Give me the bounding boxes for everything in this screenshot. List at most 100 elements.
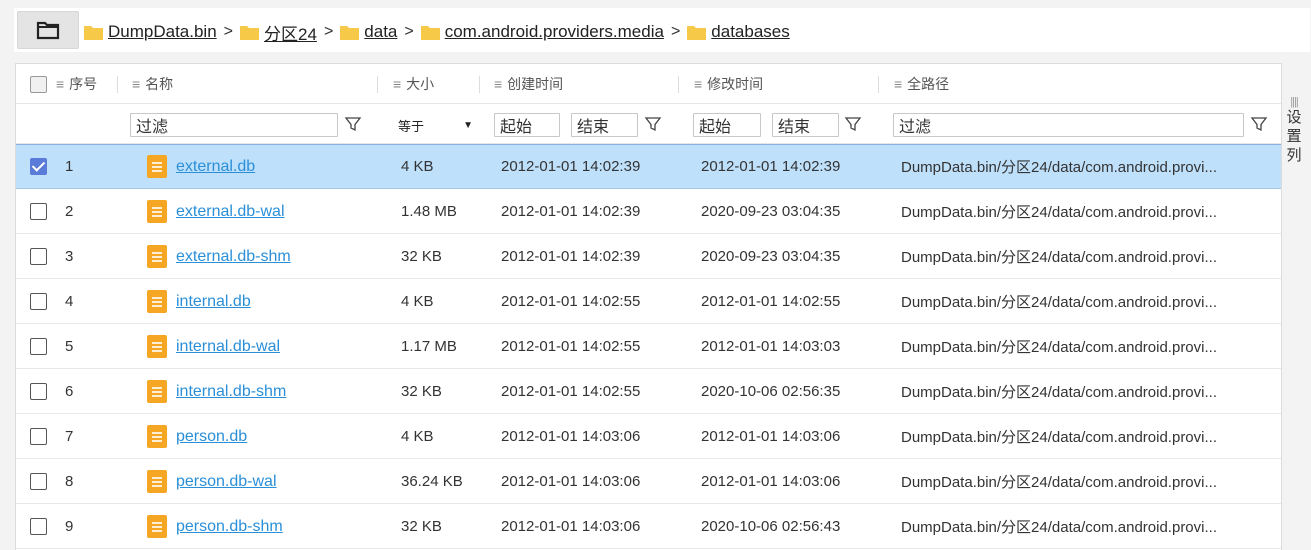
breadcrumb: DumpData.bin > 分区24 > data > com.android.provi…: [84, 20, 790, 44]
funnel-icon[interactable]: [644, 115, 662, 133]
row-select-cell: 3: [30, 234, 73, 279]
breadcrumb-bar: DumpData.bin > 分区24 > data > com.android.provi…: [0, 0, 1311, 56]
breadcrumb-link[interactable]: data: [364, 22, 397, 42]
file-name-link[interactable]: internal.db-shm: [176, 383, 286, 401]
table-row[interactable]: 8 person.db-wal 36.24 KB 2012-01-01 14:03:0…: [16, 459, 1281, 504]
row-index: 3: [65, 248, 74, 265]
row-checkbox[interactable]: [30, 428, 47, 445]
column-header-size[interactable]: 大小: [406, 74, 434, 94]
breadcrumb-link[interactable]: 分区24: [264, 20, 317, 45]
file-size: 32 KB: [401, 383, 442, 400]
created-start-input[interactable]: 起始: [494, 113, 560, 137]
column-header-created[interactable]: 创建时间: [507, 74, 563, 94]
modified-end-input[interactable]: 结束: [772, 113, 839, 137]
file-name-link[interactable]: external.db-wal: [176, 203, 285, 221]
column-header-index[interactable]: 序号: [69, 74, 97, 94]
row-checkbox[interactable]: [30, 203, 47, 220]
name-cell: person.db: [147, 414, 247, 459]
created-time: 2012-01-01 14:03:06: [501, 473, 641, 490]
file-size: 1.17 MB: [401, 338, 457, 355]
document-icon: [147, 335, 167, 358]
funnel-icon[interactable]: [844, 115, 862, 133]
folder-icon: [687, 25, 707, 40]
file-name-link[interactable]: person.db: [176, 428, 247, 446]
created-time: 2012-01-01 14:03:06: [501, 428, 641, 445]
size-operator-select[interactable]: 等于 ▼: [398, 113, 473, 137]
breadcrumb-link[interactable]: DumpData.bin: [108, 22, 217, 42]
name-filter-input[interactable]: 过滤: [130, 113, 338, 137]
hamburger-icon: ≡: [494, 76, 503, 92]
file-name-link[interactable]: person.db-shm: [176, 518, 283, 536]
table-row[interactable]: 6 internal.db-shm 32 KB 2012-01-01 14:02:55…: [16, 369, 1281, 414]
row-checkbox[interactable]: [30, 248, 47, 265]
path-filter-input[interactable]: 过滤: [893, 113, 1244, 137]
row-checkbox[interactable]: [30, 473, 47, 490]
breadcrumb-item: com.android.providers.media >: [420, 22, 688, 42]
name-cell: external.db-wal: [147, 189, 285, 234]
breadcrumb-link[interactable]: databases: [711, 22, 789, 42]
column-header-name[interactable]: 名称: [145, 74, 173, 94]
modified-time: 2012-01-01 14:02:55: [701, 293, 841, 310]
table-row[interactable]: 2 external.db-wal 1.48 MB 2012-01-01 14:02:…: [16, 189, 1281, 234]
funnel-icon[interactable]: [344, 115, 362, 133]
document-icon: [147, 425, 167, 448]
table-row[interactable]: 7 person.db 4 KB 2012-01-01 14:03:06 2012-01…: [16, 414, 1281, 459]
folder-button[interactable]: [17, 11, 79, 49]
table-header: ≡ 序号 ≡ 名称 ≡ 大小 ≡ 创建时间 ≡ 修改时间 ≡ 全路径: [16, 64, 1281, 104]
breadcrumb-item: 分区24 >: [240, 20, 340, 45]
file-size: 4 KB: [401, 428, 434, 445]
file-name-link[interactable]: external.db-shm: [176, 248, 291, 266]
column-settings-button[interactable]: |||| 设置列: [1283, 96, 1305, 196]
document-icon: [147, 380, 167, 403]
hamburger-icon: ≡: [56, 76, 65, 92]
table-row[interactable]: 3 external.db-shm 32 KB 2012-01-01 14:02:39…: [16, 234, 1281, 279]
created-time: 2012-01-01 14:02:39: [501, 158, 641, 175]
name-cell: external.db-shm: [147, 234, 291, 279]
table-row[interactable]: 5 internal.db-wal 1.17 MB 2012-01-01 14:02:…: [16, 324, 1281, 369]
full-path: DumpData.bin/分区24/data/com.android.provi…: [901, 249, 1217, 266]
row-checkbox[interactable]: [30, 338, 47, 355]
row-checkbox[interactable]: [30, 383, 47, 400]
column-settings-label: 设置列: [1286, 109, 1302, 164]
row-index: 1: [65, 158, 74, 175]
row-checkbox[interactable]: [30, 518, 47, 535]
row-select-cell: 8: [30, 459, 73, 504]
created-time: 2012-01-01 14:02:55: [501, 293, 641, 310]
file-name-link[interactable]: internal.db-wal: [176, 338, 280, 356]
full-path: DumpData.bin/分区24/data/com.android.provi…: [901, 429, 1217, 446]
folder-icon: [84, 25, 103, 40]
table-row[interactable]: 1 external.db 4 KB 2012-01-01 14:02:39 2012-…: [16, 144, 1281, 189]
row-checkbox[interactable]: [30, 158, 47, 175]
row-checkbox[interactable]: [30, 293, 47, 310]
file-table: ≡ 序号 ≡ 名称 ≡ 大小 ≡ 创建时间 ≡ 修改时间 ≡ 全路径 过滤 等于…: [15, 63, 1282, 550]
document-icon: [147, 155, 167, 178]
created-time: 2012-01-01 14:02:55: [501, 383, 641, 400]
table-row[interactable]: 4 internal.db 4 KB 2012-01-01 14:02:55 2012-…: [16, 279, 1281, 324]
file-name-link[interactable]: external.db: [176, 158, 255, 176]
file-size: 4 KB: [401, 158, 434, 175]
name-cell: external.db: [147, 144, 255, 189]
file-name-link[interactable]: internal.db: [176, 293, 251, 311]
modified-time: 2012-01-01 14:03:03: [701, 338, 841, 355]
breadcrumb-separator: >: [404, 23, 414, 40]
funnel-icon[interactable]: [1250, 115, 1268, 133]
name-cell: person.db-wal: [147, 459, 277, 504]
file-size: 32 KB: [401, 518, 442, 535]
file-size: 32 KB: [401, 248, 442, 265]
column-header-modified[interactable]: 修改时间: [707, 74, 763, 94]
hamburger-icon: ≡: [132, 76, 141, 92]
breadcrumb-link[interactable]: com.android.providers.media: [445, 22, 664, 42]
breadcrumb-item: databases: [687, 22, 790, 42]
select-all-cell: ≡ 序号: [30, 64, 97, 104]
file-name-link[interactable]: person.db-wal: [176, 473, 277, 491]
created-end-input[interactable]: 结束: [571, 113, 638, 137]
modified-start-input[interactable]: 起始: [693, 113, 761, 137]
modified-time: 2020-09-23 03:04:35: [701, 248, 841, 265]
column-header-name-cell: ≡ 名称: [132, 64, 173, 104]
select-all-checkbox[interactable]: [30, 75, 47, 93]
breadcrumb-item: data >: [340, 22, 420, 42]
row-select-cell: 1: [30, 144, 73, 189]
table-row[interactable]: 9 person.db-shm 32 KB 2012-01-01 14:03:06 20…: [16, 504, 1281, 549]
column-header-full-path[interactable]: 全路径: [907, 74, 949, 94]
full-path: DumpData.bin/分区24/data/com.android.provi…: [901, 519, 1217, 536]
